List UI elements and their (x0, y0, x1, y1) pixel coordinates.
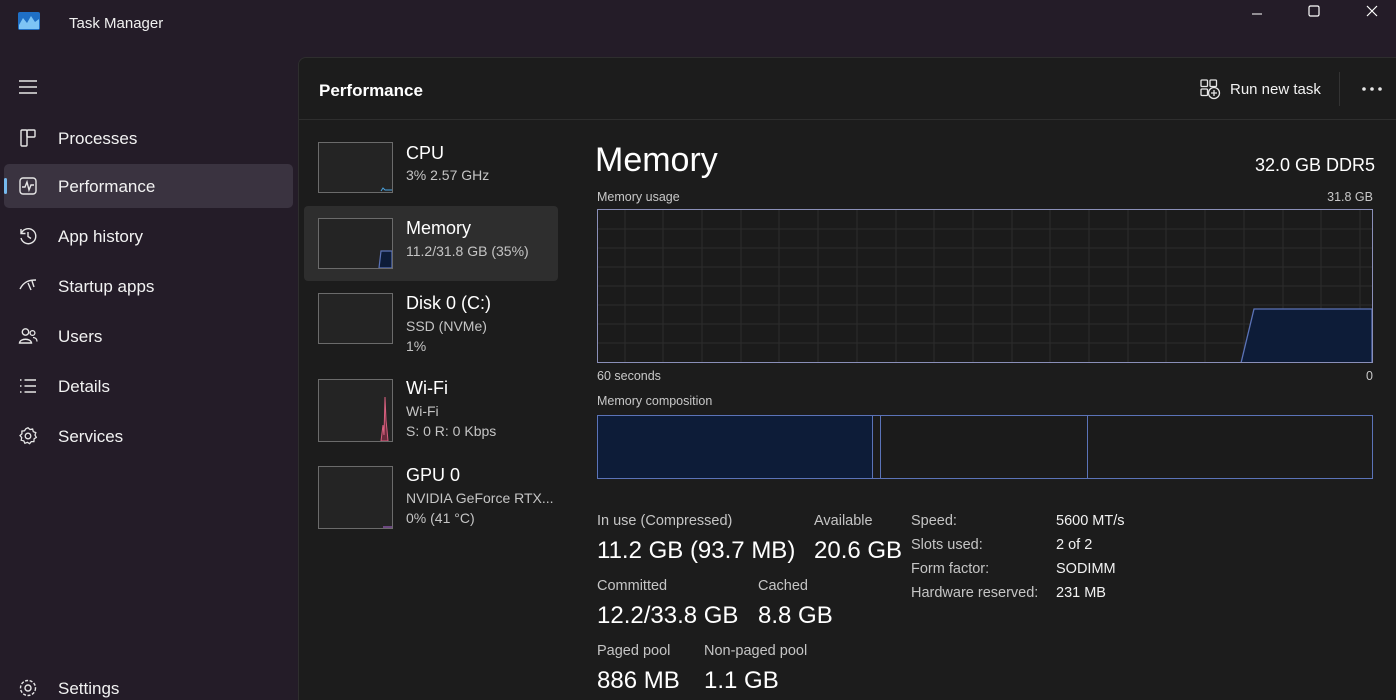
form-factor-key: Form factor: (911, 561, 990, 577)
device-detail-secondary: 1% (406, 338, 427, 354)
sidebar-item-app-history[interactable]: App history (4, 214, 293, 258)
sidebar-item-details[interactable]: Details (4, 364, 293, 408)
cached-label: Cached (758, 578, 808, 594)
users-icon (18, 328, 38, 344)
memory-spec: 32.0 GB DDR5 (1254, 155, 1375, 175)
memory-title: Memory (595, 141, 718, 179)
device-detail: 11.2/31.8 GB (35%) (406, 243, 529, 259)
memory-usage-max: 31.8 GB (1327, 190, 1373, 204)
device-name: Memory (406, 218, 472, 238)
memory-thumbnail-graph (318, 218, 393, 269)
device-name: CPU (406, 143, 445, 163)
processes-icon (20, 129, 36, 147)
slots-used-value: 2 of 2 (1056, 537, 1093, 553)
services-icon (19, 427, 38, 445)
device-detail: Wi-Fi (406, 403, 439, 419)
sidebar-item-startup-apps[interactable]: Startup apps (4, 264, 293, 308)
page-title: Performance (319, 81, 423, 100)
startup-icon (19, 279, 37, 291)
maximize-button[interactable] (1285, 0, 1343, 22)
main-panel: Performance Run new task CPU 3% 2.57 GHz (298, 57, 1396, 700)
sidebar: Processes Performance App history Startu… (0, 60, 298, 700)
graph-time-end: 0 (1366, 369, 1373, 383)
device-item-disk[interactable]: Disk 0 (C:) SSD (NVMe) 1% (304, 282, 558, 357)
device-detail: SSD (NVMe) (406, 318, 487, 334)
sidebar-item-users[interactable]: Users (4, 314, 293, 358)
in-use-value: 11.2 GB (93.7 MB) (597, 537, 796, 564)
device-name: GPU 0 (406, 465, 461, 485)
memory-usage-graph (597, 209, 1373, 363)
committed-value: 12.2/33.8 GB (597, 602, 739, 629)
device-item-memory[interactable]: Memory 11.2/31.8 GB (35%) (304, 206, 558, 281)
device-name: Wi-Fi (406, 378, 448, 398)
slots-used-key: Slots used: (911, 537, 983, 553)
sidebar-item-label: Startup apps (58, 277, 155, 296)
composition-modified (880, 416, 881, 478)
hardware-reserved-key: Hardware reserved: (911, 585, 1039, 601)
memory-usage-label: Memory usage (597, 190, 680, 204)
history-icon (20, 228, 37, 245)
minimize-icon (1252, 13, 1262, 15)
close-icon (1366, 5, 1378, 17)
device-detail-secondary: S: 0 R: 0 Kbps (406, 423, 497, 439)
hamburger-menu-icon[interactable] (18, 79, 38, 95)
non-paged-pool-label: Non-paged pool (704, 643, 808, 659)
active-indicator (4, 178, 7, 194)
task-manager-icon (18, 12, 40, 30)
hardware-reserved-value: 231 MB (1056, 585, 1106, 601)
sidebar-item-label: Performance (58, 177, 156, 196)
performance-icon (19, 177, 37, 195)
committed-label: Committed (597, 578, 668, 594)
device-name: Disk 0 (C:) (406, 293, 491, 313)
device-detail: 3% 2.57 GHz (406, 167, 490, 183)
composition-in-use (598, 416, 873, 478)
sidebar-item-label: Settings (58, 679, 120, 698)
composition-standby (1087, 416, 1088, 478)
memory-composition-bar (597, 415, 1373, 479)
in-use-label: In use (Compressed) (597, 513, 733, 529)
sidebar-item-processes[interactable]: Processes (4, 116, 293, 160)
device-item-cpu[interactable]: CPU 3% 2.57 GHz (304, 130, 558, 205)
cached-value: 8.8 GB (758, 602, 833, 629)
graph-time-start: 60 seconds (597, 369, 661, 383)
paged-pool-label: Paged pool (597, 643, 671, 659)
sidebar-item-label: Users (58, 327, 103, 346)
available-label: Available (814, 513, 873, 529)
device-item-wifi[interactable]: Wi-Fi Wi-Fi S: 0 R: 0 Kbps (304, 368, 558, 443)
app-title: Task Manager (69, 15, 164, 32)
memory-detail-panel: Memory 32.0 GB DDR5 Memory usage 31.8 GB (595, 58, 1375, 700)
sidebar-item-label: Processes (58, 129, 138, 148)
sidebar-item-performance[interactable]: Performance (4, 164, 293, 208)
sidebar-item-settings[interactable]: Settings (4, 666, 293, 700)
settings-icon (19, 679, 37, 697)
sidebar-item-label: App history (58, 227, 144, 246)
device-detail: NVIDIA GeForce RTX... (406, 490, 554, 506)
wifi-thumbnail-graph (318, 379, 393, 442)
speed-value: 5600 MT/s (1056, 513, 1125, 529)
details-icon (20, 379, 36, 393)
minimize-button[interactable] (1228, 0, 1286, 22)
cpu-thumbnail-graph (318, 142, 393, 193)
sidebar-item-label: Details (58, 377, 110, 396)
available-value: 20.6 GB (814, 537, 903, 564)
sidebar-item-services[interactable]: Services (4, 414, 293, 458)
form-factor-value: SODIMM (1056, 561, 1116, 577)
paged-pool-value: 886 MB (597, 667, 680, 694)
title-bar: Task Manager (0, 0, 1396, 50)
device-item-gpu[interactable]: GPU 0 NVIDIA GeForce RTX... 0% (41 °C) (304, 455, 558, 530)
sidebar-item-label: Services (58, 427, 124, 446)
memory-composition-label: Memory composition (597, 394, 713, 408)
gpu-thumbnail-graph (318, 466, 393, 529)
close-button[interactable] (1343, 0, 1396, 22)
speed-key: Speed: (911, 513, 957, 529)
non-paged-pool-value: 1.1 GB (704, 667, 779, 694)
disk-thumbnail-graph (318, 293, 393, 344)
maximize-icon (1308, 5, 1320, 17)
device-detail-secondary: 0% (41 °C) (406, 510, 475, 526)
